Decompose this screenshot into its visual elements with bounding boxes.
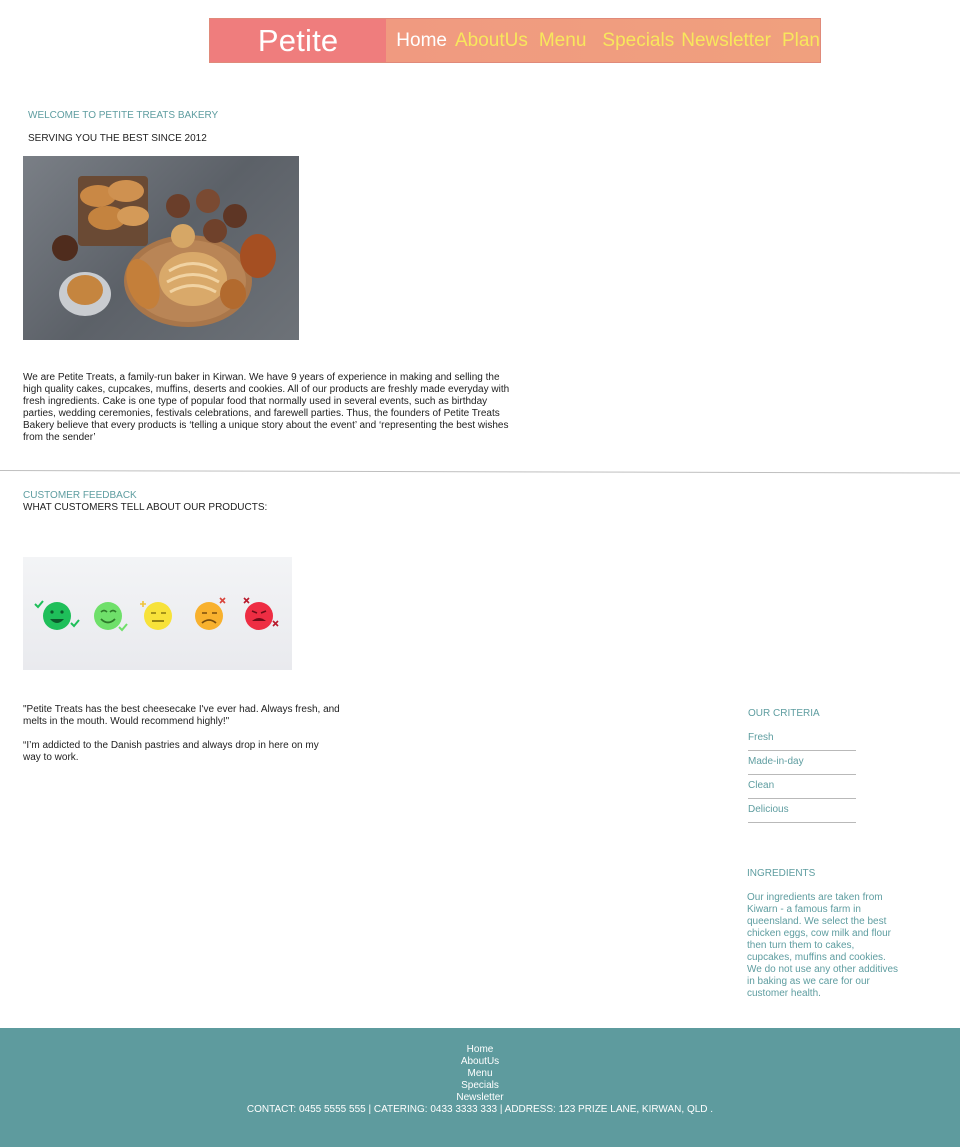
pastries-illustration bbox=[52, 176, 276, 327]
welcome-title: WELCOME TO PETITE TREATS BAKERY bbox=[28, 110, 219, 121]
feedback-subtitle: WHAT CUSTOMERS TELL ABOUT OUR PRODUCTS: bbox=[23, 502, 268, 513]
feedback-title: CUSTOMER FEEDBACK bbox=[23, 490, 137, 501]
brand-logo[interactable]: Petite Treats bbox=[210, 19, 387, 101]
main-nav: Home AboutUs Menu Specials Newsletter Pl… bbox=[386, 19, 820, 62]
ingredients-section: INGREDIENTS Our ingredients are taken fr… bbox=[747, 868, 901, 1000]
nav-aboutus[interactable]: AboutUs bbox=[455, 19, 528, 62]
criteria-item-made-in-day[interactable]: Made-in-day bbox=[748, 756, 856, 775]
site-footer: Home AboutUs Menu Specials Newsletter CO… bbox=[0, 1028, 960, 1147]
footer-link-specials[interactable]: Specials bbox=[0, 1080, 960, 1092]
criteria-item-fresh[interactable]: Fresh bbox=[748, 732, 856, 751]
section-divider bbox=[0, 470, 960, 474]
ingredients-text: Our ingredients are taken from Kiwarn - … bbox=[747, 892, 899, 999]
footer-nav: Home AboutUs Menu Specials Newsletter bbox=[0, 1028, 960, 1104]
emoji-rating-illustration bbox=[34, 597, 279, 632]
footer-link-menu[interactable]: Menu bbox=[0, 1068, 960, 1080]
nav-home[interactable]: Home bbox=[396, 19, 447, 62]
welcome-subtitle: SERVING YOU THE BEST SINCE 2012 bbox=[28, 133, 207, 144]
nav-plan[interactable]: Plan bbox=[782, 19, 820, 62]
ingredients-title: INGREDIENTS bbox=[747, 868, 816, 879]
footer-link-newsletter[interactable]: Newsletter bbox=[0, 1092, 960, 1104]
footer-contact-info: CONTACT: 0455 5555 555 | CATERING: 0433 … bbox=[246, 1104, 714, 1115]
intro-paragraph: We are Petite Treats, a family-run baker… bbox=[23, 372, 510, 443]
footer-link-home[interactable]: Home bbox=[0, 1044, 960, 1056]
nav-menu[interactable]: Menu bbox=[539, 19, 587, 62]
customer-review-2: “I’m addicted to the Danish pastries and… bbox=[23, 740, 319, 763]
nav-newsletter[interactable]: Newsletter bbox=[681, 19, 771, 62]
criteria-item-delicious[interactable]: Delicious bbox=[748, 804, 856, 823]
bakery-products-image bbox=[23, 156, 299, 340]
site-header: Petite Treats Home AboutUs Menu Specials… bbox=[209, 18, 821, 101]
criteria-sidebar: OUR CRITERIA Fresh Made-in-day Clean Del… bbox=[748, 708, 856, 828]
nav-specials[interactable]: Specials bbox=[602, 19, 674, 62]
satisfaction-faces-image bbox=[23, 557, 292, 670]
criteria-title: OUR CRITERIA bbox=[748, 708, 820, 719]
criteria-item-clean[interactable]: Clean bbox=[748, 780, 856, 799]
footer-link-aboutus[interactable]: AboutUs bbox=[0, 1056, 960, 1068]
customer-review-1: "Petite Treats has the best cheesecake I… bbox=[23, 704, 340, 727]
